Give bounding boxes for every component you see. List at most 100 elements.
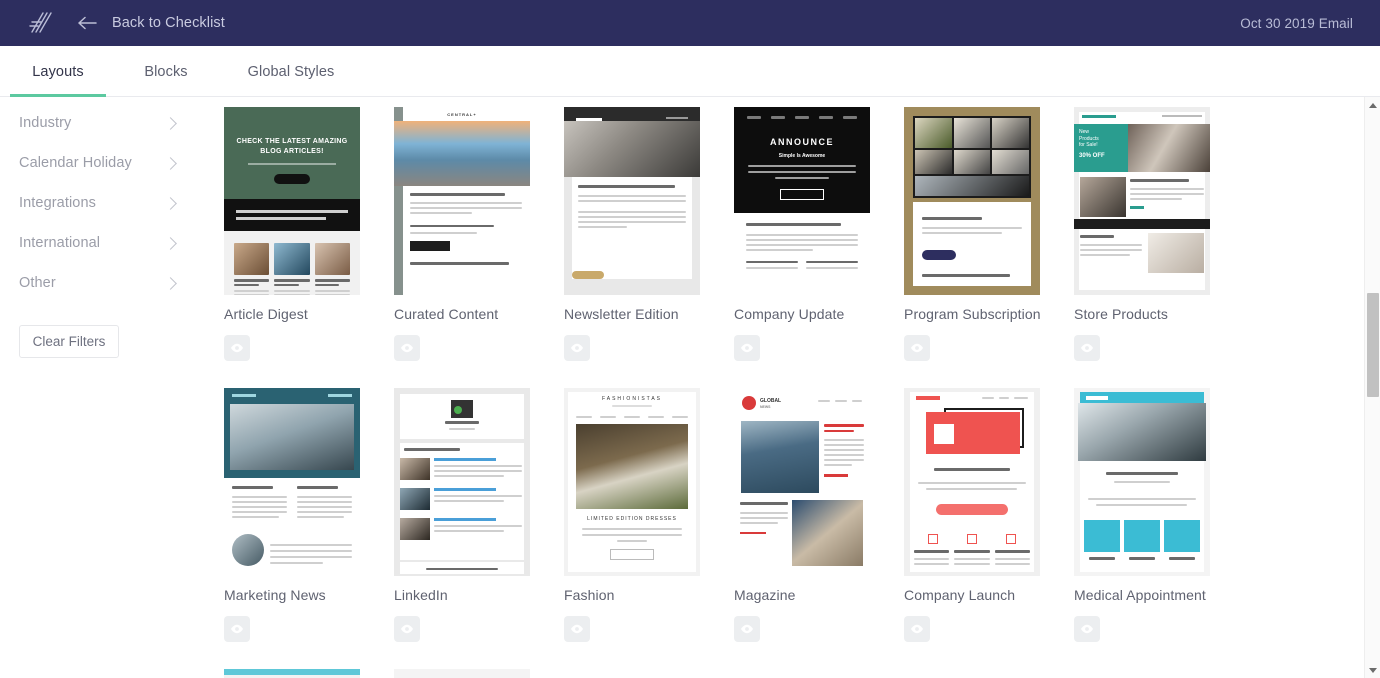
template-card[interactable]: LinkedIn: [394, 388, 564, 669]
eye-icon: [231, 624, 243, 634]
template-card[interactable]: Company Launch: [904, 388, 1074, 669]
sidebar-filter-international[interactable]: International: [19, 223, 177, 263]
template-title: Company Update: [734, 306, 845, 322]
tab-global-styles-label: Global Styles: [247, 63, 335, 80]
back-to-checklist-label: Back to Checklist: [112, 15, 225, 31]
template-card[interactable]: ANNOUNCE Simple Is Awesome Company Updat…: [734, 107, 904, 388]
template-card[interactable]: Medical Appointment: [1074, 388, 1244, 669]
template-thumbnail-article-digest[interactable]: CHECK THE LATEST AMAZING BLOG ARTICLES!: [224, 107, 360, 295]
triangle-up-icon: [1369, 102, 1377, 108]
preview-button[interactable]: [1074, 616, 1100, 642]
preview-button[interactable]: [734, 616, 760, 642]
template-card[interactable]: New Products for Sale! 30% OFF Store Pro…: [1074, 107, 1244, 388]
sidebar-filter-industry-label: Industry: [19, 115, 72, 131]
template-thumbnail-partial[interactable]: [394, 669, 530, 678]
tab-layouts[interactable]: Layouts: [10, 46, 106, 97]
eye-icon: [1081, 624, 1093, 634]
template-thumbnail-fashion[interactable]: FASHIONISTAS LIMITED EDITION DRESSES: [564, 388, 700, 576]
scroll-down-button[interactable]: [1365, 662, 1380, 678]
preview-button[interactable]: [564, 335, 590, 361]
template-card[interactable]: GLOBAL NEWS Magazine: [734, 388, 904, 669]
template-thumbnail-newsletter-edition[interactable]: [564, 107, 700, 295]
preview-button[interactable]: [394, 616, 420, 642]
template-title: Fashion: [564, 587, 615, 603]
template-thumbnail-medical-appointment[interactable]: [1074, 388, 1210, 576]
template-thumbnail-partial[interactable]: [224, 669, 360, 678]
eye-icon: [741, 343, 753, 353]
template-card[interactable]: CHECK THE LATEST AMAZINGBLOG ARTICLES!: [224, 107, 394, 388]
template-title: Newsletter Edition: [564, 306, 679, 322]
chevron-right-icon: [164, 156, 177, 170]
template-thumbnail-company-update[interactable]: ANNOUNCE Simple Is Awesome: [734, 107, 870, 295]
template-card[interactable]: Program Subscription: [904, 107, 1074, 388]
template-title: Store Products: [1074, 306, 1168, 322]
template-thumbnail-magazine[interactable]: GLOBAL NEWS: [734, 388, 870, 576]
template-thumbnail-curated-content[interactable]: CENTRAL+: [394, 107, 530, 295]
preview-button[interactable]: [904, 616, 930, 642]
campaign-name-label: Oct 30 2019 Email: [1240, 15, 1353, 31]
filters-sidebar: Industry Calendar Holiday Integrations I…: [0, 97, 195, 678]
preview-button[interactable]: [224, 616, 250, 642]
tab-blocks-label: Blocks: [144, 63, 188, 80]
sidebar-filter-calendar-holiday-label: Calendar Holiday: [19, 155, 132, 171]
arrow-left-icon: [78, 16, 98, 30]
eye-icon: [571, 343, 583, 353]
sidebar-filter-integrations[interactable]: Integrations: [19, 183, 177, 223]
template-title: Magazine: [734, 587, 796, 603]
sidebar-filter-international-label: International: [19, 235, 101, 251]
sidebar-filter-calendar-holiday[interactable]: Calendar Holiday: [19, 143, 177, 183]
tab-global-styles[interactable]: Global Styles: [226, 46, 356, 97]
template-card[interactable]: CENTRAL+ Curated Content: [394, 107, 564, 388]
scroll-up-button[interactable]: [1365, 97, 1380, 113]
sidebar-filter-integrations-label: Integrations: [19, 195, 96, 211]
template-grid: CHECK THE LATEST AMAZINGBLOG ARTICLES!: [195, 97, 1364, 678]
template-card[interactable]: FASHIONISTAS LIMITED EDITION DRESSES Fas…: [564, 388, 734, 669]
preview-button[interactable]: [224, 335, 250, 361]
template-card[interactable]: [224, 669, 394, 678]
editor-tabs: Layouts Blocks Global Styles: [0, 46, 1380, 97]
template-title: LinkedIn: [394, 587, 448, 603]
template-title: Company Launch: [904, 587, 1016, 603]
template-title: Marketing News: [224, 587, 326, 603]
preview-button[interactable]: [394, 335, 420, 361]
preview-button[interactable]: [904, 335, 930, 361]
template-thumbnail-marketing-news[interactable]: [224, 388, 360, 576]
template-title: Curated Content: [394, 306, 499, 322]
eye-icon: [1081, 343, 1093, 353]
sidebar-filter-other-label: Other: [19, 275, 56, 291]
tab-layouts-label: Layouts: [32, 63, 84, 80]
gallery-scrollbar[interactable]: [1364, 97, 1380, 678]
template-thumbnail-linkedin[interactable]: [394, 388, 530, 576]
sidebar-filter-other[interactable]: Other: [19, 263, 177, 303]
eye-icon: [401, 624, 413, 634]
triangle-down-icon: [1369, 667, 1377, 673]
template-card[interactable]: Newsletter Edition: [564, 107, 734, 388]
template-thumbnail-program-subscription[interactable]: [904, 107, 1040, 295]
template-thumbnail-store-products[interactable]: New Products for Sale! 30% OFF: [1074, 107, 1210, 295]
eye-icon: [231, 343, 243, 353]
clear-filters-button[interactable]: Clear Filters: [19, 325, 119, 358]
template-card[interactable]: [394, 669, 564, 678]
eye-icon: [911, 343, 923, 353]
preview-button[interactable]: [564, 616, 590, 642]
preview-button[interactable]: [734, 335, 760, 361]
template-gallery[interactable]: CHECK THE LATEST AMAZINGBLOG ARTICLES!: [195, 97, 1364, 678]
template-title: Program Subscription: [904, 306, 1041, 322]
eye-icon: [911, 624, 923, 634]
back-to-checklist-button[interactable]: Back to Checklist: [78, 0, 225, 46]
chevron-right-icon: [164, 196, 177, 210]
tab-blocks[interactable]: Blocks: [118, 46, 214, 97]
scroll-thumb[interactable]: [1367, 293, 1379, 397]
eye-icon: [571, 624, 583, 634]
slashes-logo-icon[interactable]: [26, 10, 56, 36]
eye-icon: [741, 624, 753, 634]
sidebar-filter-industry[interactable]: Industry: [19, 103, 177, 143]
chevron-right-icon: [164, 116, 177, 130]
template-thumbnail-company-launch[interactable]: [904, 388, 1040, 576]
template-title: Medical Appointment: [1074, 587, 1206, 603]
eye-icon: [401, 343, 413, 353]
preview-button[interactable]: [1074, 335, 1100, 361]
template-card[interactable]: Marketing News: [224, 388, 394, 669]
template-title: Article Digest: [224, 306, 308, 322]
chevron-right-icon: [164, 276, 177, 290]
